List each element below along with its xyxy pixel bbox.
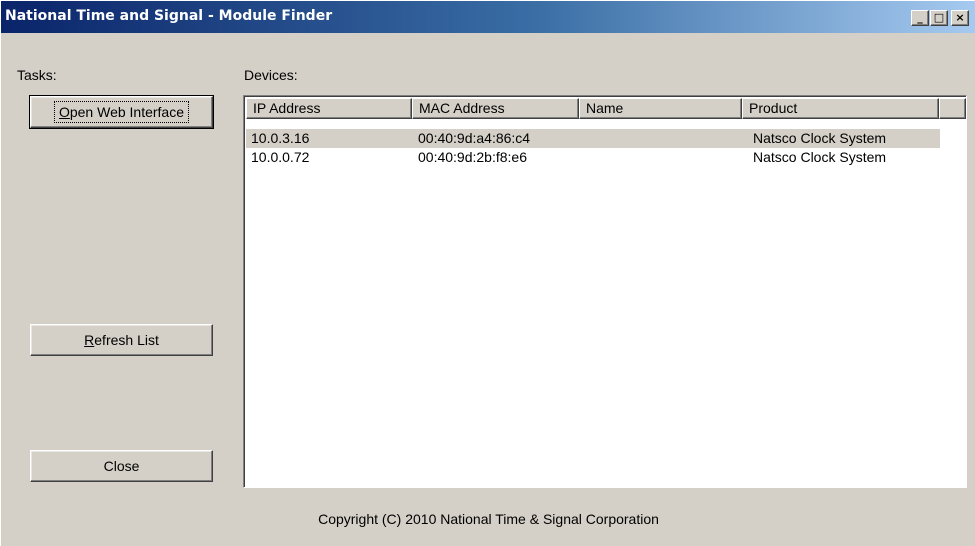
column-header-product[interactable]: Product <box>742 98 939 119</box>
minimize-icon: _ <box>917 11 923 24</box>
open-web-interface-button[interactable]: Open Web Interface <box>29 95 214 129</box>
window-title: National Time and Signal - Module Finder <box>5 8 333 24</box>
maximize-button[interactable]: □ <box>930 10 948 26</box>
column-header-ip-address[interactable]: IP Address <box>246 98 412 119</box>
cell-mac-address: 00:40:9d:2b:f8:e6 <box>418 149 527 165</box>
cell-ip-address: 10.0.0.72 <box>251 149 310 165</box>
open-web-interface-label: Open Web Interface <box>53 101 190 123</box>
copyright-text: Copyright (C) 2010 National Time & Signa… <box>318 511 659 527</box>
cell-mac-address: 00:40:9d:a4:86:c4 <box>418 130 531 146</box>
device-row[interactable]: 10.0.0.72 00:40:9d:2b:f8:e6 Natsco Clock… <box>246 148 940 167</box>
cell-product: Natsco Clock System <box>753 130 887 146</box>
column-header-filler <box>939 98 966 119</box>
column-header-name[interactable]: Name <box>579 98 742 119</box>
tasks-label: Tasks: <box>17 67 57 83</box>
close-button[interactable]: Close <box>30 450 213 482</box>
module-finder-window: National Time and Signal - Module Finder… <box>0 0 975 546</box>
maximize-icon: □ <box>933 11 945 24</box>
devices-list[interactable]: IP Address MAC Address Name Product 10.0… <box>243 95 967 488</box>
title-bar[interactable]: National Time and Signal - Module Finder… <box>1 1 975 33</box>
device-row[interactable]: 10.0.3.16 00:40:9d:a4:86:c4 Natsco Clock… <box>246 129 940 148</box>
cell-product: Natsco Clock System <box>753 149 887 165</box>
devices-list-header: IP Address MAC Address Name Product <box>246 98 966 119</box>
cell-ip-address: 10.0.3.16 <box>251 130 310 146</box>
column-header-mac-address[interactable]: MAC Address <box>412 98 579 119</box>
close-icon: × <box>955 11 965 24</box>
devices-label: Devices: <box>244 67 298 83</box>
close-window-button[interactable]: × <box>951 10 969 26</box>
refresh-list-label: Refresh List <box>84 332 159 348</box>
refresh-list-button[interactable]: Refresh List <box>30 324 213 356</box>
minimize-button[interactable]: _ <box>911 10 929 26</box>
